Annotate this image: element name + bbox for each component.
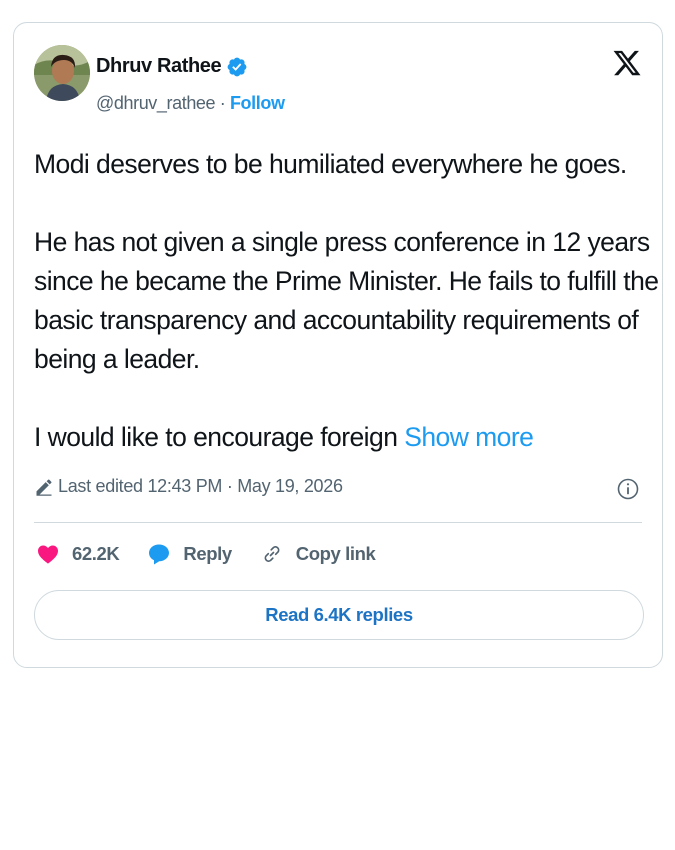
tweet-text: Modi deserves to be humiliated everywher… (34, 145, 659, 457)
reply-button[interactable]: Reply (147, 542, 232, 566)
link-icon (264, 546, 280, 562)
reply-label: Reply (183, 543, 232, 564)
tweet-line: He has not given a single press conferen… (34, 227, 650, 257)
edit-info-row: Last edited 12:43 PM · May 19, 2026 (34, 476, 343, 497)
tweet-line: Modi deserves to be humiliated everywher… (34, 149, 627, 179)
read-replies-label: Read 6.4K replies (265, 604, 413, 625)
tweet-line: basic transparency and accountability re… (34, 305, 639, 335)
author-handle-row: @dhruv_rathee · Follow (96, 93, 285, 114)
author-name[interactable]: Dhruv Rathee (96, 55, 222, 78)
handle-separator: · (215, 93, 230, 113)
tweet-line: being a leader. (34, 344, 200, 374)
tweet-line: I would like to encourage foreign (34, 422, 405, 452)
author-name-row: Dhruv Rathee (96, 55, 248, 78)
tweet-line-last: I would like to encourage foreign Show m… (34, 418, 634, 457)
author-handle[interactable]: @dhruv_rathee (96, 93, 216, 113)
show-more-link[interactable]: Show more (404, 422, 534, 452)
last-edited-text[interactable]: Last edited 12:43 PM · May 19, 2026 (58, 476, 343, 497)
pencil-icon (36, 478, 52, 496)
copy-link-button[interactable]: Copy link (260, 542, 376, 566)
tweet-line: since he became the Prime Minister. He f… (34, 266, 659, 296)
tweet-card: Dhruv Rathee @dhruv_rathee · Follow Modi… (13, 22, 663, 668)
like-count: 62.2K (72, 543, 120, 564)
heart-icon (38, 545, 58, 564)
like-button[interactable]: 62.2K (36, 542, 120, 566)
info-icon[interactable] (616, 477, 640, 501)
reply-bubble-icon (149, 544, 170, 565)
copy-link-label: Copy link (295, 543, 376, 564)
x-logo-icon[interactable] (612, 47, 642, 79)
avatar[interactable] (34, 45, 90, 101)
verified-badge-icon (227, 57, 247, 76)
action-bar: 62.2K Reply Copy link (36, 542, 403, 566)
read-replies-button[interactable]: Read 6.4K replies (34, 590, 644, 640)
divider (34, 522, 642, 523)
follow-button[interactable]: Follow (230, 93, 285, 113)
